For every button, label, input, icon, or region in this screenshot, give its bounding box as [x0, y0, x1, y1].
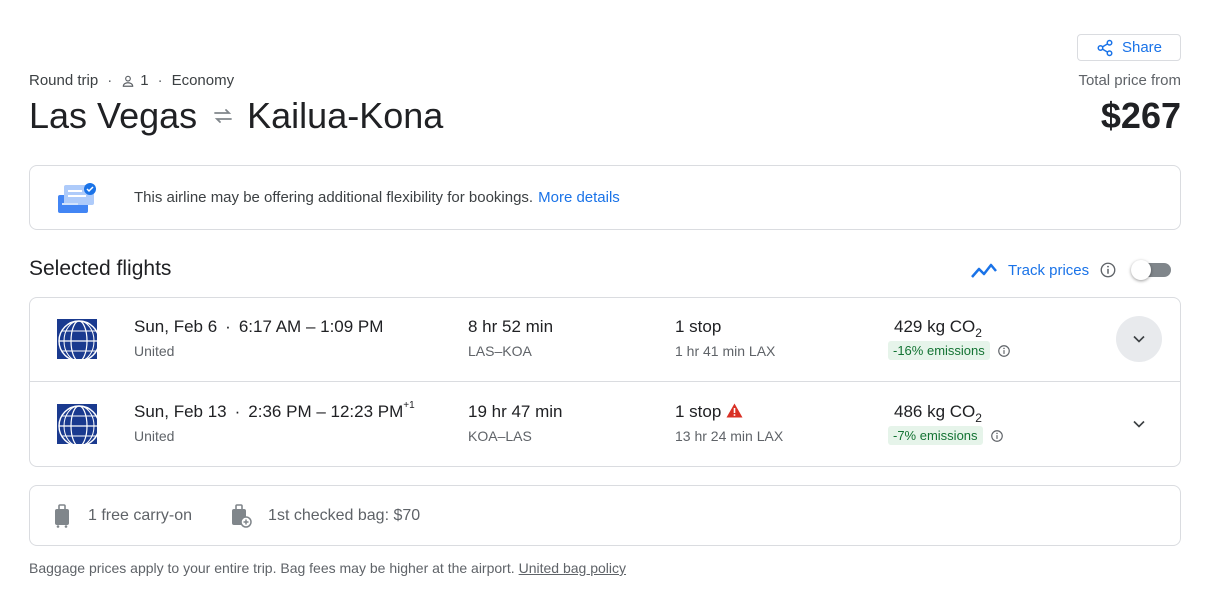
expand-button[interactable] — [1116, 316, 1162, 362]
flight-row[interactable]: Sun, Feb 6 · 6:17 AM – 1:09 PM United 8 hr… — [30, 298, 1180, 382]
person-icon — [122, 75, 134, 87]
track-prices-toggle[interactable] — [1131, 258, 1172, 282]
passenger-count-value: 1 — [140, 72, 149, 89]
flight-row[interactable]: Sun, Feb 13 · 2:36 PM – 12:23 PM+1 United … — [30, 383, 1180, 467]
baggage-info: 1 free carry-on 1st checked bag: $70 — [29, 485, 1181, 546]
day-offset: +1 — [403, 400, 415, 411]
track-prices: Track prices — [970, 258, 1172, 282]
flexibility-text: This airline may be offering additional … — [134, 189, 620, 206]
flight-time-range: 6:17 AM – 1:09 PM — [238, 317, 384, 336]
airline-name: United — [134, 428, 175, 444]
info-icon[interactable] — [990, 429, 1004, 443]
origin-city: Las Vegas — [29, 95, 198, 136]
united-logo-icon — [57, 319, 97, 359]
share-icon — [1097, 39, 1113, 56]
layover-info: 13 hr 24 min LAX — [675, 428, 784, 444]
chevron-down-icon — [1133, 420, 1145, 428]
carry-on-bag-icon — [55, 503, 69, 528]
emissions-badge: -16% emissions — [888, 341, 990, 360]
expand-button[interactable] — [1116, 401, 1162, 447]
route-title: Las Vegas Kailua-Kona — [29, 95, 443, 137]
emissions-col: 429 kg CO2 -16% emissions — [888, 317, 1011, 360]
co2-value: 486 kg CO — [894, 402, 976, 421]
trip-meta: Round trip · 1 · Economy — [29, 72, 234, 89]
separator-dot: · — [234, 402, 241, 421]
flight-date: Sun, Feb 13 — [134, 402, 227, 421]
total-price: $267 — [1100, 95, 1181, 136]
co2-value: 429 kg CO — [894, 317, 976, 336]
total-price-label: Total price from — [1078, 72, 1181, 89]
flight-route: LAS–KOA — [468, 343, 532, 359]
flights-list: Sun, Feb 6 · 6:17 AM – 1:09 PM United 8 hr… — [29, 297, 1181, 467]
share-button[interactable]: Share — [1077, 34, 1181, 61]
flight-stops-col: 1 stop 13 hr 24 min LAX — [675, 402, 783, 444]
co2-amount: 429 kg CO2 — [894, 317, 1011, 340]
flight-time-range: 2:36 PM – 12:23 PM — [248, 402, 404, 421]
departure-arrival: Sun, Feb 6 · 6:17 AM – 1:09 PM — [134, 317, 383, 337]
flight-times: Sun, Feb 13 · 2:36 PM – 12:23 PM+1 United — [134, 400, 415, 444]
co2-amount: 486 kg CO2 — [894, 402, 1004, 425]
flight-stops: 1 stop — [675, 317, 722, 336]
emissions-col: 486 kg CO2 -7% emissions — [888, 402, 1004, 445]
chevron-down-icon — [1133, 335, 1145, 343]
layover-info: 1 hr 41 min LAX — [675, 343, 776, 359]
departure-arrival: Sun, Feb 13 · 2:36 PM – 12:23 PM+1 — [134, 400, 415, 422]
flight-route: KOA–LAS — [468, 428, 532, 444]
swap-arrows-icon — [214, 109, 233, 123]
flight-date: Sun, Feb 6 — [134, 317, 218, 336]
flexibility-banner: This airline may be offering additional … — [29, 165, 1181, 230]
destination-city: Kailua-Kona — [247, 95, 444, 136]
co2-subscript: 2 — [975, 411, 982, 425]
selected-flights-heading: Selected flights — [29, 257, 172, 280]
checked-bag-text: 1st checked bag: $70 — [268, 506, 421, 524]
flight-duration: 8 hr 52 min — [468, 317, 554, 336]
flight-duration-col: 8 hr 52 min LAS–KOA — [468, 317, 553, 359]
info-icon[interactable] — [1099, 261, 1117, 279]
flight-stops: 1 stop — [675, 402, 722, 421]
bag-policy-link[interactable]: United bag policy — [519, 560, 626, 576]
baggage-note-text: Baggage prices apply to your entire trip… — [29, 560, 515, 576]
more-details-link[interactable]: More details — [538, 189, 620, 206]
flight-times: Sun, Feb 6 · 6:17 AM – 1:09 PM United — [134, 317, 383, 359]
flight-stops-col: 1 stop 1 hr 41 min LAX — [675, 317, 775, 359]
cabin-class: Economy — [171, 72, 235, 89]
trend-icon — [971, 263, 997, 278]
booking-flexibility-icon — [58, 182, 96, 213]
checked-bag-icon — [232, 503, 252, 528]
united-logo-icon — [57, 404, 97, 444]
share-label: Share — [1121, 39, 1163, 56]
warning-icon — [726, 403, 743, 418]
trip-type: Round trip — [29, 72, 99, 89]
info-icon[interactable] — [997, 344, 1011, 358]
carry-on-text: 1 free carry-on — [88, 506, 193, 524]
flexibility-message: This airline may be offering additional … — [134, 189, 534, 206]
track-prices-label: Track prices — [1008, 261, 1090, 279]
flight-duration: 19 hr 47 min — [468, 402, 563, 421]
flight-duration-col: 19 hr 47 min KOA–LAS — [468, 402, 563, 444]
separator-dot: · — [157, 72, 163, 89]
separator-dot: · — [107, 72, 113, 89]
co2-subscript: 2 — [975, 326, 982, 340]
separator-dot: · — [225, 317, 231, 336]
passenger-count: 1 — [121, 72, 149, 89]
toggle-knob — [1131, 260, 1152, 280]
flight-stops-line: 1 stop — [675, 402, 783, 422]
airline-name: United — [134, 343, 175, 359]
baggage-note: Baggage prices apply to your entire trip… — [29, 560, 626, 576]
emissions-badge: -7% emissions — [888, 426, 983, 445]
